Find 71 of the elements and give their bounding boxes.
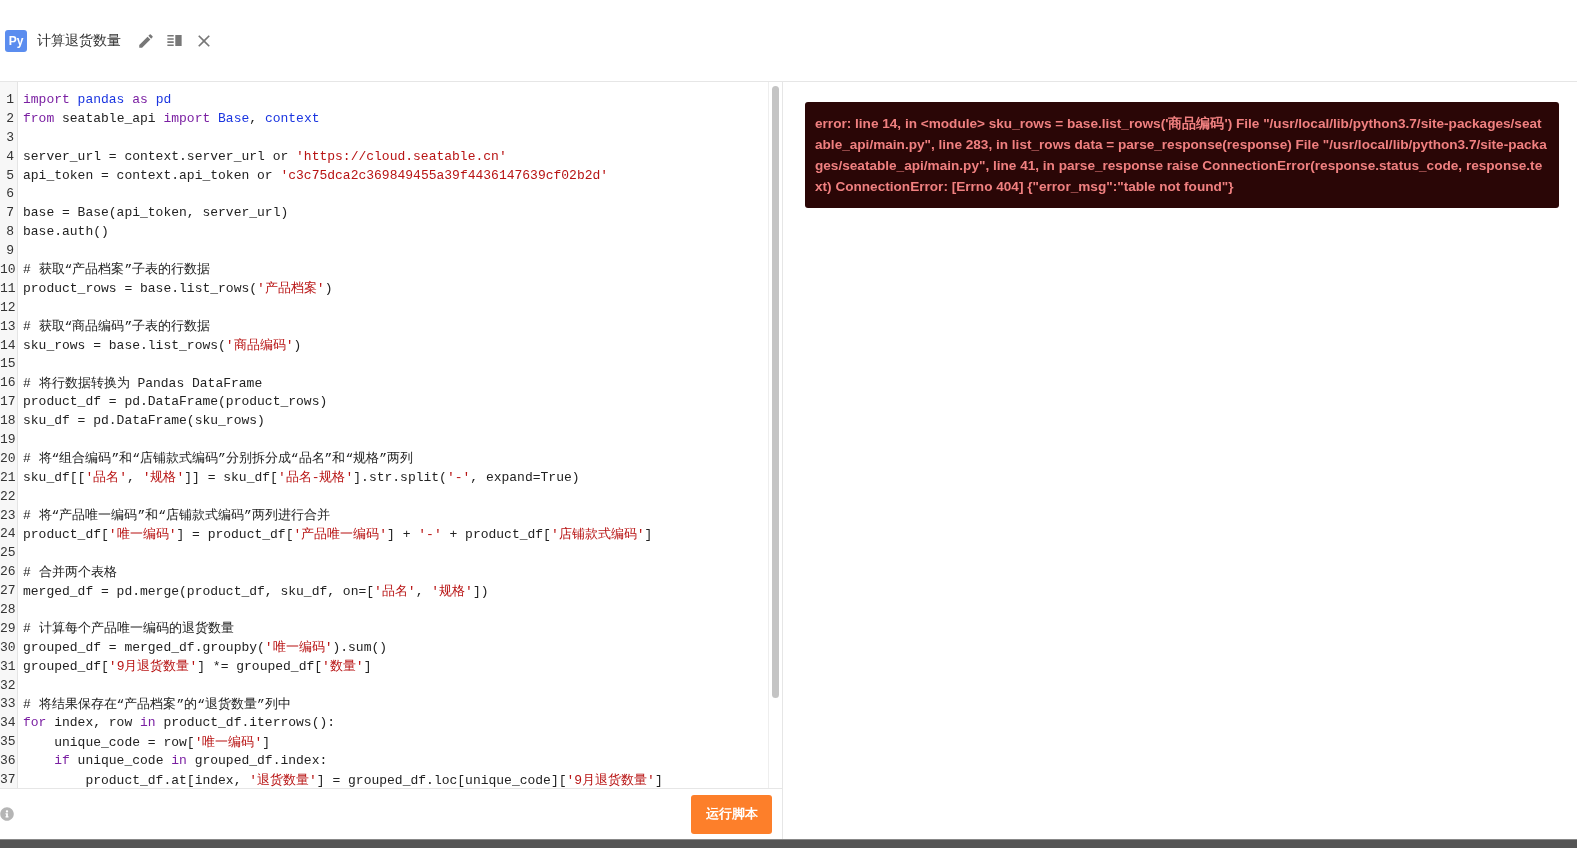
line-number: 7 <box>5 205 14 221</box>
line-number: 34 <box>0 715 14 731</box>
code-line: # 将“产品唯一编码”和“店铺款式编码”两列进行合并 <box>23 507 330 525</box>
code-line: unique_code = row['唯一编码'] <box>53 733 271 751</box>
line-number: 23 <box>0 507 14 523</box>
code-line: sku_rows = base.list_rows('商品编码') <box>23 337 302 354</box>
scrollbar-thumb[interactable] <box>772 86 779 698</box>
code-line: # 将行数据转换为 Pandas DataFrame <box>23 374 263 392</box>
code-line: base = Base(api_token, server_url) <box>23 205 289 221</box>
code-line: import pandas as pd <box>23 91 172 107</box>
code-line: grouped_df['9月退货数量'] *= grouped_df['数量'] <box>23 658 372 676</box>
code-line: sku_df[['品名', '规格']] = sku_df['品名-规格'].str.split('-', expand=True) <box>23 469 580 487</box>
line-number: 8 <box>5 224 14 240</box>
line-number: 4 <box>5 148 14 164</box>
line-number: 33 <box>0 696 14 712</box>
line-number: 28 <box>0 602 14 617</box>
line-number: 36 <box>0 753 14 769</box>
line-number: 3 <box>5 129 14 145</box>
code-line: for index, row in product_df.iterrows(): <box>23 715 336 731</box>
run-script-button[interactable]: 运行脚本 <box>691 794 772 834</box>
code-line: # 获取“商品编码”子表的行数据 <box>23 318 211 336</box>
line-number: 18 <box>0 413 14 429</box>
line-number: 27 <box>0 583 14 599</box>
line-number: 13 <box>0 318 14 334</box>
line-number: 6 <box>5 186 14 202</box>
line-number: 16 <box>0 375 14 391</box>
code-line: server_url = context.server_url or 'https://cloud.seatable.cn' <box>23 148 507 164</box>
line-number: 37 <box>0 772 14 787</box>
code-line: merged_df = pd.merge(product_df, sku_df, on=['品名', '规格']) <box>23 582 489 600</box>
line-number: 21 <box>0 469 14 485</box>
line-number: 14 <box>0 337 14 353</box>
line-number: 30 <box>0 639 14 655</box>
code-line: base.auth() <box>23 224 109 240</box>
python-badge: Py <box>5 29 27 52</box>
error-message: error: line 14, in <module> sku_rows = base.list_rows('商品编码') File "/usr/local/lib/python3.7/site-packages/seatable_api/main.py", line 283, in list_rows data = parse_response(response) File "/usr/local/lib/python3.7/site-packages/seatable_api/main.py", line 41, in parse_response raise ConnectionError(response.status_code, response.text) ConnectionError: [Errno 404] {"error_msg":"table not found"} <box>805 102 1559 208</box>
line-number: 29 <box>0 620 14 636</box>
line-number: 11 <box>0 280 14 296</box>
code-line: product_df.at[index, '退货数量'] = grouped_df.loc[unique_code]['9月退货数量'] <box>84 771 663 788</box>
code-line: product_df = pd.DataFrame(product_rows) <box>23 394 328 410</box>
line-number: 1 <box>5 91 14 107</box>
code-line: # 将结果保存在“产品档案”的“退货数量”列中 <box>23 695 291 713</box>
line-number: 25 <box>0 545 14 561</box>
line-number: 15 <box>0 356 14 372</box>
code-line: sku_df = pd.DataFrame(sku_rows) <box>23 413 265 429</box>
code-line: product_rows = base.list_rows('产品档案') <box>23 280 333 298</box>
code-line: # 计算每个产品唯一编码的退货数量 <box>23 620 234 638</box>
code-line: # 将“组合编码”和“店铺款式编码”分别拆分成“品名”和“规格”两列 <box>23 450 413 468</box>
code-line: # 合并两个表格 <box>23 563 117 581</box>
code-line: product_df['唯一编码'] = product_df['产品唯一编码'] + '-' + product_df['店铺款式编码'] <box>23 525 653 543</box>
code-line: if unique_code in grouped_df.index: <box>53 753 328 769</box>
line-number: 35 <box>0 734 14 750</box>
code-line: # 获取“产品档案”子表的行数据 <box>23 261 211 279</box>
line-number: 20 <box>0 450 14 466</box>
line-number: 22 <box>0 488 14 504</box>
code-line: api_token = context.api_token or 'c3c75dca2c369849455a39f4436147639cf02b2d' <box>23 167 609 183</box>
line-number: 24 <box>0 526 14 542</box>
code-line: from seatable_api import Base, context <box>23 110 320 126</box>
line-number: 5 <box>5 167 14 183</box>
edit-icon[interactable] <box>137 31 155 50</box>
line-number: 9 <box>5 243 14 259</box>
line-number: 17 <box>0 394 14 410</box>
line-number: 19 <box>0 431 14 447</box>
line-number: 32 <box>0 677 14 693</box>
code-line: grouped_df = merged_df.groupby('唯一编码').sum() <box>23 639 388 657</box>
line-number: 31 <box>0 658 14 674</box>
line-number: 2 <box>5 110 14 126</box>
script-title: 计算退货数量 <box>37 31 121 50</box>
line-number: 10 <box>0 261 14 277</box>
code-editor[interactable] <box>0 82 782 789</box>
line-number: 12 <box>0 299 14 315</box>
line-number: 26 <box>0 564 14 580</box>
